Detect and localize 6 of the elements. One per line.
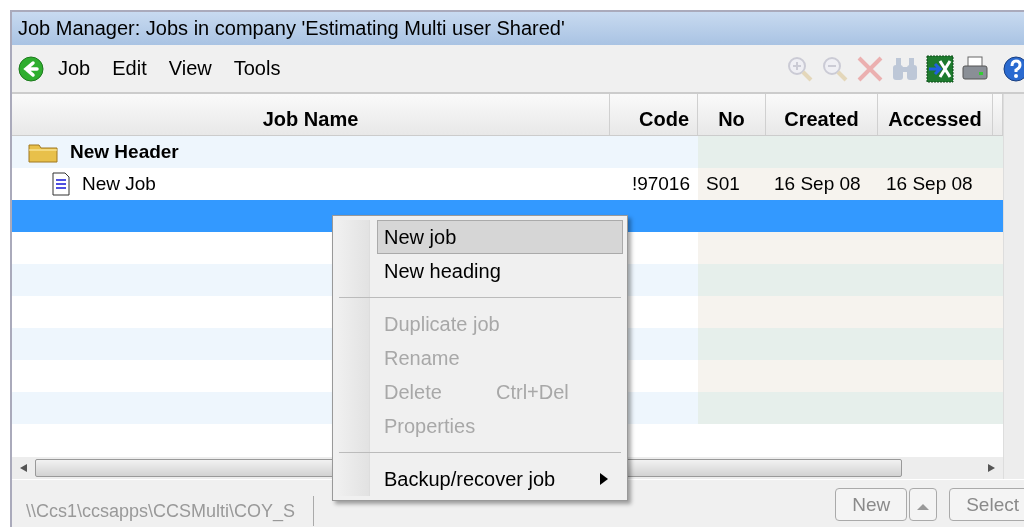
- table-cell: S01: [698, 168, 766, 200]
- table-cell-text: !97016: [630, 172, 691, 196]
- window-title: Job Manager: Jobs in company 'Estimating Multi user Shared': [12, 12, 1024, 45]
- table-cell: 16 Sep 08: [878, 168, 993, 200]
- file-path: \\Ccs1\ccsapps\CCSMulti\COY_S: [12, 495, 315, 526]
- table-cell: 16 Sep 08: [766, 168, 878, 200]
